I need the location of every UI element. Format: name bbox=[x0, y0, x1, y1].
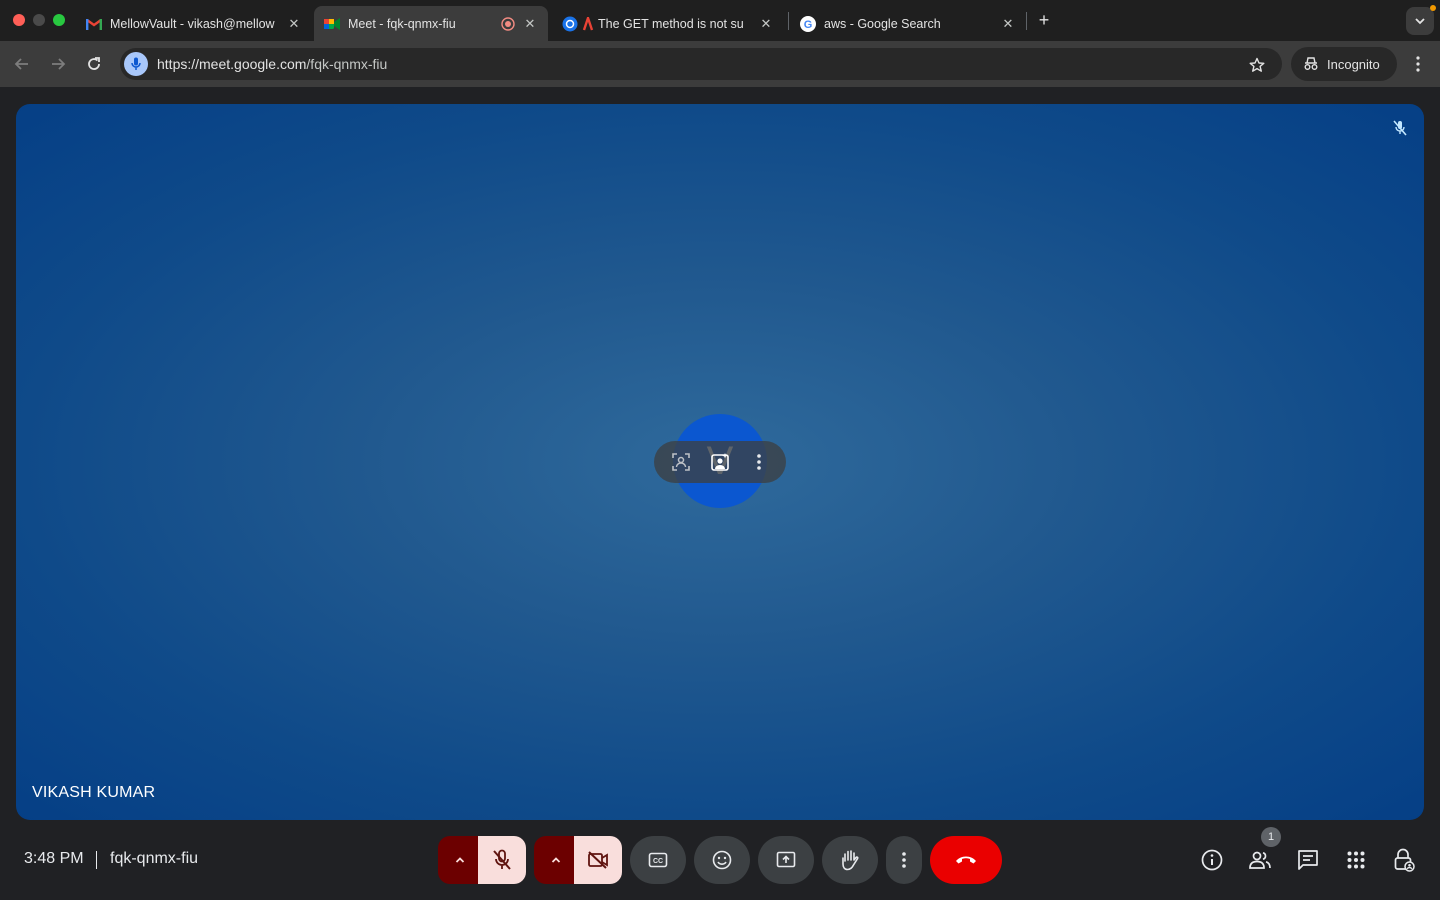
framing-button[interactable] bbox=[667, 448, 695, 476]
participant-count-badge: 1 bbox=[1261, 827, 1281, 847]
meeting-code: fqk-qnmx-fiu bbox=[110, 850, 199, 867]
chat-icon bbox=[1298, 850, 1318, 870]
arrow-forward-icon bbox=[52, 58, 66, 70]
url-path: /fqk-qnmx-fiu bbox=[306, 56, 388, 72]
arrow-back-icon bbox=[14, 58, 28, 70]
tile-hover-controls bbox=[654, 441, 786, 483]
present-screen-icon bbox=[776, 851, 796, 868]
incognito-label: Incognito bbox=[1327, 56, 1380, 72]
mic-toggle-button[interactable] bbox=[478, 836, 526, 884]
window-close-button[interactable] bbox=[13, 14, 25, 26]
activities-button[interactable] bbox=[1342, 846, 1370, 874]
tab-title: The GET method is not su bbox=[598, 16, 744, 31]
videocam-off-icon bbox=[588, 851, 608, 869]
captions-button[interactable]: CC bbox=[630, 836, 686, 884]
tab-mellowvault[interactable]: MellowVault - vikash@mellow ✕ bbox=[76, 6, 312, 41]
close-tab-icon[interactable]: ✕ bbox=[1000, 16, 1016, 32]
camera-toggle-button[interactable] bbox=[574, 836, 622, 884]
incognito-badge[interactable]: Incognito bbox=[1291, 47, 1397, 81]
call-end-icon bbox=[956, 856, 976, 864]
google-icon: G bbox=[800, 15, 816, 32]
window-zoom-button[interactable] bbox=[53, 14, 65, 26]
back-button[interactable] bbox=[8, 50, 36, 78]
tab-separator bbox=[788, 12, 789, 30]
tile-mic-off-icon bbox=[1390, 118, 1410, 138]
person-sparkle-icon bbox=[711, 453, 729, 471]
visual-effects-button[interactable] bbox=[706, 448, 734, 476]
chevron-down-icon bbox=[1415, 18, 1425, 25]
url-host: https://meet.google.com bbox=[157, 56, 307, 72]
emoji-icon bbox=[712, 850, 732, 870]
time-code-divider bbox=[96, 851, 97, 869]
people-button[interactable] bbox=[1246, 846, 1274, 874]
url-text: https://meet.google.com/fqk-qnmx-fiu bbox=[157, 56, 387, 72]
video-settings-button[interactable] bbox=[534, 836, 578, 884]
close-tab-icon[interactable]: ✕ bbox=[286, 16, 302, 32]
new-tab-button[interactable]: + bbox=[1034, 10, 1054, 30]
frame-person-icon bbox=[672, 453, 691, 471]
error-page-icon bbox=[582, 16, 594, 32]
tab-aws-search[interactable]: G aws - Google Search ✕ bbox=[790, 6, 1026, 41]
close-tab-icon[interactable]: ✕ bbox=[522, 16, 538, 32]
forward-button[interactable] bbox=[44, 50, 72, 78]
chevron-up-icon bbox=[455, 857, 465, 863]
window-minimize-button[interactable] bbox=[33, 14, 45, 26]
tab-separator bbox=[1026, 12, 1027, 30]
tab-title: aws - Google Search bbox=[824, 16, 941, 31]
meeting-time: 3:48 PM bbox=[24, 850, 84, 867]
tab-title: MellowVault - vikash@mellow bbox=[110, 16, 275, 31]
browser-tabstrip: MellowVault - vikash@mellow ✕ Meet - fqk… bbox=[0, 0, 1440, 41]
address-bar[interactable]: https://meet.google.com/fqk-qnmx-fiu bbox=[120, 48, 1282, 80]
chat-button[interactable] bbox=[1294, 846, 1322, 874]
tile-more-options-button[interactable] bbox=[745, 448, 773, 476]
star-icon bbox=[1249, 57, 1265, 72]
reload-button[interactable] bbox=[80, 50, 108, 78]
participant-name: VIKASH KUMAR bbox=[32, 784, 156, 801]
tab-meet[interactable]: Meet - fqk-qnmx-fiu ✕ bbox=[314, 6, 548, 41]
incognito-icon bbox=[1304, 57, 1318, 70]
mic-off-icon bbox=[493, 849, 511, 870]
tab-search-button[interactable] bbox=[1406, 7, 1434, 35]
group-indicator-icon bbox=[562, 16, 578, 32]
more-options-button[interactable] bbox=[886, 836, 922, 884]
raise-hand-button[interactable] bbox=[822, 836, 878, 884]
host-controls-lock-icon bbox=[1394, 848, 1415, 872]
tab-title: Meet - fqk-qnmx-fiu bbox=[348, 16, 456, 31]
more-vert-icon bbox=[1416, 56, 1420, 72]
mic-icon bbox=[131, 57, 141, 70]
apps-grid-icon bbox=[1347, 851, 1365, 869]
more-vert-icon bbox=[756, 454, 761, 470]
mic-in-use-indicator[interactable] bbox=[124, 52, 148, 76]
present-button[interactable] bbox=[758, 836, 814, 884]
gmail-icon bbox=[86, 16, 102, 32]
update-dot bbox=[1430, 5, 1436, 11]
meeting-details-button[interactable] bbox=[1198, 846, 1226, 874]
browser-toolbar: https://meet.google.com/fqk-qnmx-fiu Inc… bbox=[0, 41, 1440, 87]
svg-text:G: G bbox=[804, 19, 813, 31]
chevron-up-icon bbox=[551, 857, 561, 863]
close-tab-icon[interactable]: ✕ bbox=[758, 16, 774, 32]
tab-get-method[interactable]: The GET method is not su ✕ bbox=[552, 6, 784, 41]
people-icon bbox=[1249, 851, 1271, 869]
audio-settings-button[interactable] bbox=[438, 836, 482, 884]
raise-hand-icon bbox=[842, 850, 859, 871]
more-vert-icon bbox=[902, 852, 906, 868]
recording-icon bbox=[500, 16, 516, 32]
host-controls-button[interactable] bbox=[1390, 846, 1418, 874]
participant-tile[interactable]: V VIKASH KUMAR bbox=[16, 104, 1424, 820]
info-icon bbox=[1201, 849, 1223, 871]
svg-text:CC: CC bbox=[653, 858, 663, 865]
reactions-button[interactable] bbox=[694, 836, 750, 884]
closed-captions-icon: CC bbox=[648, 852, 668, 868]
meet-icon bbox=[324, 16, 340, 32]
browser-menu-button[interactable] bbox=[1404, 50, 1432, 78]
bookmark-button[interactable] bbox=[1246, 54, 1268, 76]
reload-icon bbox=[88, 57, 100, 70]
leave-call-button[interactable] bbox=[930, 836, 1002, 884]
